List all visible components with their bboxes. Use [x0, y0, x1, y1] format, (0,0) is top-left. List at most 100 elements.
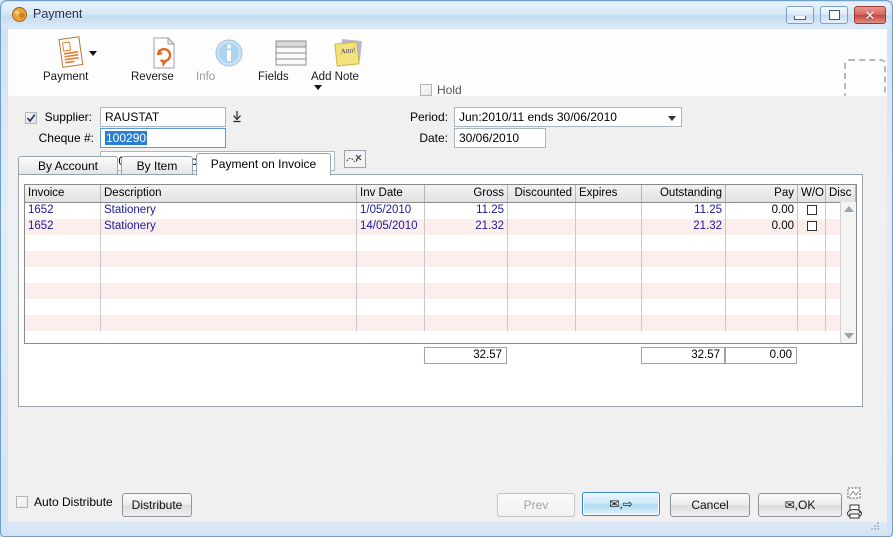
cell-invoice: 1652: [25, 203, 101, 219]
total-pay: 0.00: [725, 347, 797, 364]
cell-wo[interactable]: [798, 219, 826, 235]
hold-checkbox-group[interactable]: Hold: [420, 83, 462, 97]
image-placeholder-icon: [844, 59, 886, 101]
tab-panel-payment-on-invoice: Invoice Description Inv Date Gross Disco…: [18, 174, 863, 407]
grid-col-pay[interactable]: Pay: [726, 185, 798, 202]
resize-grip[interactable]: [870, 520, 880, 530]
prev-button[interactable]: Prev: [497, 493, 575, 517]
tab-strip: By Account By Item Payment on Invoice: [18, 153, 863, 175]
minimize-button[interactable]: [786, 6, 814, 24]
supplier-input[interactable]: [100, 107, 226, 127]
invoice-grid[interactable]: Invoice Description Inv Date Gross Disco…: [24, 184, 857, 344]
close-icon: ✕: [855, 7, 885, 23]
tab-by-item[interactable]: By Item: [121, 156, 193, 175]
cell-invoice: 1652: [25, 219, 101, 235]
grid-col-invoice[interactable]: Invoice: [25, 185, 101, 202]
cell-inv-date: 1/05/2010: [357, 203, 425, 219]
table-row-empty[interactable]: [25, 283, 856, 299]
tab-payment-on-invoice[interactable]: Payment on Invoice: [196, 153, 331, 176]
maximize-button[interactable]: [820, 6, 848, 24]
grid-col-gross[interactable]: Gross: [425, 185, 508, 202]
status-bar: [8, 522, 887, 531]
period-value: Jun:2010/11 ends 30/06/2010: [459, 109, 617, 126]
svg-text:Attn!: Attn!: [340, 46, 356, 56]
table-row-empty[interactable]: [25, 251, 856, 267]
grid-vertical-scrollbar[interactable]: [840, 202, 856, 343]
cell-discounted: [508, 203, 576, 219]
cell-expires: [576, 219, 642, 235]
cell-gross: 21.32: [425, 219, 508, 235]
payment-app-icon: [11, 6, 28, 23]
cheque-no-value: 100290: [105, 131, 147, 145]
grid-col-discounted[interactable]: Discounted: [508, 185, 576, 202]
grid-header-row: Invoice Description Inv Date Gross Disco…: [25, 185, 856, 203]
cell-expires: [576, 203, 642, 219]
chevron-down-icon: [668, 116, 676, 121]
payment-document-icon: [43, 34, 109, 72]
table-row-empty[interactable]: [25, 299, 856, 315]
cell-outstanding: 21.32: [642, 219, 726, 235]
grid-col-description[interactable]: Description: [101, 185, 357, 202]
cell-description: Stationery: [101, 203, 357, 219]
grid-col-disc[interactable]: Disc: [826, 185, 856, 202]
total-gross: 32.57: [424, 347, 507, 364]
hold-label: Hold: [437, 83, 462, 97]
date-input[interactable]: [454, 128, 546, 148]
supplier-label: Supplier:: [30, 110, 92, 124]
cheque-no-label: Cheque #:: [18, 131, 94, 145]
scroll-down-icon[interactable]: [844, 333, 854, 339]
reverse-refresh-icon: [131, 34, 197, 72]
cell-discounted: [508, 219, 576, 235]
grid-col-wo[interactable]: W/O: [798, 185, 826, 202]
payment-dropdown-caret[interactable]: [89, 51, 97, 56]
next-button[interactable]: ✉,⇨: [582, 492, 660, 516]
wo-checkbox[interactable]: [807, 205, 817, 215]
minimize-icon: [787, 7, 813, 23]
table-row-empty[interactable]: [25, 315, 856, 331]
window-title: Payment: [33, 7, 82, 21]
cheque-no-input[interactable]: 100290: [100, 128, 226, 148]
attachment-icon[interactable]: [846, 486, 862, 505]
printer-icon[interactable]: [846, 504, 864, 523]
cell-outstanding: 11.25: [642, 203, 726, 219]
payment-window: Payment ✕: [0, 0, 893, 537]
table-row-empty[interactable]: [25, 235, 856, 251]
toolbar: Payment Reverse: [8, 29, 887, 97]
ok-button[interactable]: ✉,OK: [758, 493, 842, 517]
hold-checkbox[interactable]: [420, 84, 432, 96]
close-button[interactable]: ✕: [854, 6, 886, 24]
grid-col-inv-date[interactable]: Inv Date: [357, 185, 425, 202]
cell-pay[interactable]: 0.00: [726, 219, 798, 235]
toolbar-item-reverse[interactable]: Reverse: [131, 34, 197, 94]
toolbar-item-label: Info: [196, 71, 215, 83]
grid-col-expires[interactable]: Expires: [576, 185, 642, 202]
toolbar-item-add-note[interactable]: Attn! Add Note: [311, 34, 385, 94]
grid-col-outstanding[interactable]: Outstanding: [642, 185, 726, 202]
toolbar-item-label: Fields: [258, 71, 289, 83]
distribute-button[interactable]: Distribute: [122, 493, 192, 517]
sticky-note-icon: Attn!: [311, 34, 385, 72]
period-select[interactable]: Jun:2010/11 ends 30/06/2010: [454, 107, 682, 127]
table-row[interactable]: 1652 Stationery 14/05/2010 21.32 21.32 0…: [25, 219, 856, 235]
toolbar-item-label: Reverse: [131, 71, 174, 83]
toolbar-item-payment[interactable]: Payment: [43, 34, 109, 94]
toolbar-item-label: Payment: [43, 71, 88, 83]
cell-pay[interactable]: 0.00: [726, 203, 798, 219]
maximize-icon: [821, 7, 847, 23]
toolbar-item-info[interactable]: Info: [196, 34, 262, 94]
auto-distribute-checkbox[interactable]: [16, 496, 28, 508]
table-row-empty[interactable]: [25, 267, 856, 283]
date-label: Date:: [388, 131, 448, 145]
cancel-button[interactable]: Cancel: [670, 493, 750, 517]
toolbar-item-label: Add Note: [311, 71, 359, 83]
title-bar: Payment ✕: [2, 2, 891, 28]
total-outstanding: 32.57: [641, 347, 725, 364]
wo-checkbox[interactable]: [807, 221, 817, 231]
table-row[interactable]: 1652 Stationery 1/05/2010 11.25 11.25 0.…: [25, 203, 856, 219]
cell-inv-date: 14/05/2010: [357, 219, 425, 235]
cell-wo[interactable]: [798, 203, 826, 219]
tab-by-account[interactable]: By Account: [18, 156, 118, 175]
auto-distribute-group[interactable]: Auto Distribute: [16, 495, 113, 509]
scroll-up-icon[interactable]: [844, 206, 854, 212]
supplier-lookup-icon[interactable]: [230, 110, 244, 124]
